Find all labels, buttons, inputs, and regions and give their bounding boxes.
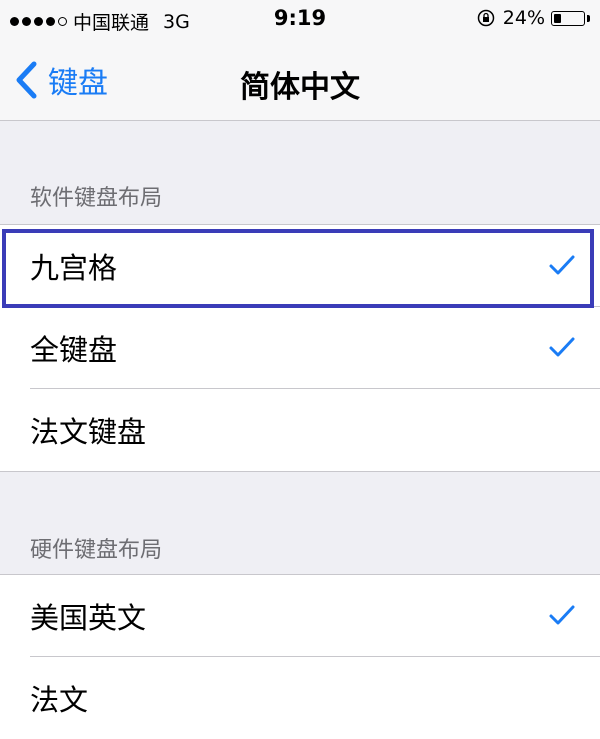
software-layout-group: 九宫格 全键盘 法文键盘 (0, 224, 600, 472)
hardware-layout-group: 美国英文 法文 (0, 574, 600, 739)
battery-percent: 24% (502, 7, 545, 29)
battery-fill (554, 13, 561, 23)
checkmark-icon (549, 337, 575, 357)
battery-icon (551, 10, 585, 26)
rotation-lock-icon (477, 9, 495, 27)
status-right: 24% (477, 7, 590, 29)
list-item-full-keyboard[interactable]: 全键盘 (0, 307, 600, 389)
list-item-jiugongge[interactable]: 九宫格 (0, 225, 600, 307)
page-title: 简体中文 (240, 70, 360, 105)
row-label: 美国英文 (30, 601, 147, 635)
status-bar: 中国联通 3G 9:19 24% (0, 0, 600, 40)
row-label: 法文 (30, 683, 89, 717)
row-label: 全键盘 (30, 333, 118, 367)
section-header-hardware: 硬件键盘布局 (30, 538, 163, 563)
navigation-bar: 键盘 简体中文 (0, 40, 600, 121)
list-item-french[interactable]: 法文 (0, 657, 600, 739)
battery-tip (587, 14, 590, 22)
checkmark-icon (549, 605, 575, 625)
row-label: 法文键盘 (30, 415, 147, 449)
list-item-french-keyboard[interactable]: 法文键盘 (0, 389, 600, 471)
checkmark-icon (549, 255, 575, 275)
section-header-software: 软件键盘布局 (30, 186, 163, 211)
row-label: 九宫格 (30, 251, 118, 285)
list-item-us-english[interactable]: 美国英文 (0, 575, 600, 657)
